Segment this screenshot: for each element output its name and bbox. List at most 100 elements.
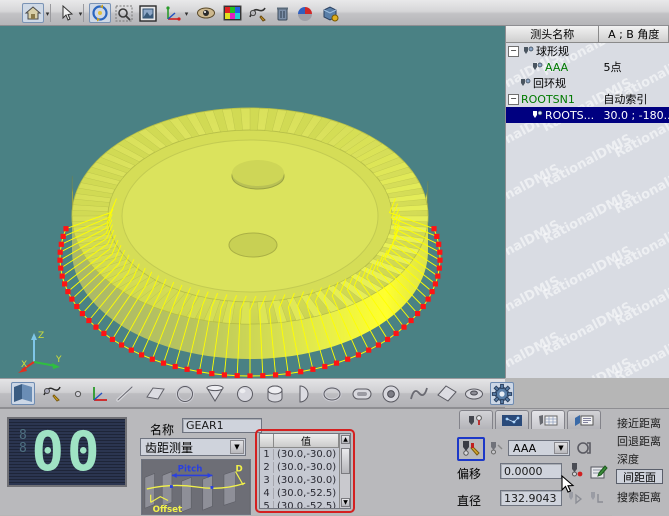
measurement-point[interactable] [433, 281, 438, 286]
point-feature-icon[interactable] [66, 382, 90, 405]
round-slot-feature-icon[interactable] [379, 382, 403, 405]
tree-row[interactable]: AAA5点 [506, 59, 669, 75]
cad-tool-icon[interactable] [246, 3, 268, 23]
measurement-point[interactable] [61, 234, 66, 239]
diameter-input[interactable]: 132.9043 [500, 490, 562, 506]
circle-feature-icon[interactable] [173, 382, 197, 405]
measurement-point[interactable] [345, 357, 350, 362]
diameter-measure-icon[interactable] [566, 489, 584, 507]
value-list-row[interactable]: 5(30.0,-52.5) [260, 500, 350, 509]
measurement-point[interactable] [69, 297, 74, 302]
coordinate-system-icon[interactable] [88, 382, 112, 405]
measurement-point[interactable] [80, 311, 85, 316]
value-list-row[interactable]: 1(30.0,-30.0) [260, 448, 350, 461]
pitch-diagram-thumbnail[interactable]: Pitch D Offset [141, 459, 251, 515]
measurement-point[interactable] [310, 367, 315, 372]
measurement-point[interactable] [298, 369, 303, 374]
measurement-point[interactable] [119, 342, 124, 347]
measurement-point[interactable] [409, 318, 414, 323]
measurement-point[interactable] [62, 281, 67, 286]
tab-table[interactable] [531, 410, 565, 429]
measurement-point[interactable] [436, 242, 441, 247]
probe-tree-panel[interactable]: RationalDMISRationalDMISRationalDMISRati… [505, 26, 669, 378]
value-list-row[interactable]: 3(30.0,-30.0) [260, 474, 350, 487]
axis-dropdown-arrow[interactable]: ▾ [182, 10, 191, 19]
tree-row[interactable]: −球形规 [506, 43, 669, 59]
rotate-view-icon[interactable] [89, 3, 111, 23]
value-list-row[interactable]: 4(30.0,-52.5) [260, 487, 350, 500]
measurement-point[interactable] [150, 357, 155, 362]
tree-expander-icon[interactable]: − [508, 94, 519, 105]
measurement-point[interactable] [430, 289, 435, 294]
measurement-point[interactable] [356, 352, 361, 357]
cad-model-icon[interactable] [11, 382, 35, 405]
measurement-point[interactable] [63, 226, 68, 231]
measurement-point[interactable] [273, 372, 278, 377]
value-list-row[interactable]: 2(30.0,-30.0) [260, 461, 350, 474]
delete-trash-icon[interactable] [271, 3, 293, 23]
chevron-down-icon[interactable]: ▼ [230, 440, 244, 454]
probe-chevron-down-icon[interactable]: ▼ [554, 442, 568, 454]
measurement-point[interactable] [173, 364, 178, 369]
measurement-point[interactable] [58, 266, 63, 271]
measurement-point[interactable] [209, 371, 214, 376]
scroll-up-icon[interactable]: ▲ [341, 435, 350, 444]
measurement-point[interactable] [110, 337, 115, 342]
line-feature-icon[interactable] [113, 382, 137, 405]
tree-row[interactable]: −ROOTSN1自动索引 [506, 91, 669, 107]
measurement-point[interactable] [74, 304, 79, 309]
zoom-window-icon[interactable] [113, 3, 135, 23]
auto-feature-icon[interactable] [40, 382, 64, 405]
measurement-point[interactable] [394, 331, 399, 336]
measurement-point[interactable] [129, 348, 134, 353]
measurement-point[interactable] [86, 318, 91, 323]
measurement-point[interactable] [65, 289, 70, 294]
probe-combo[interactable]: AAA ▼ [508, 440, 570, 456]
tab-path[interactable] [495, 410, 529, 429]
settings-cube-icon[interactable] [319, 3, 341, 23]
cone-feature-icon[interactable] [203, 382, 227, 405]
probe-alt-icon[interactable] [487, 439, 505, 459]
measurement-point[interactable] [385, 337, 390, 342]
pointer-select-icon[interactable] [56, 3, 78, 23]
measurement-point[interactable] [437, 258, 442, 263]
measure-mode-combo[interactable]: 齿距测量 ▼ [140, 438, 246, 456]
3d-viewport[interactable]: Z Y X [0, 26, 505, 378]
probe-select-button[interactable] [457, 437, 485, 461]
measurement-point[interactable] [334, 361, 339, 366]
measurement-point[interactable] [376, 342, 381, 347]
scroll-down-icon[interactable]: ▼ [341, 498, 350, 507]
measurement-point[interactable] [58, 250, 63, 255]
measure-probe-icon[interactable] [294, 3, 316, 23]
surface-feature-icon[interactable] [435, 382, 459, 405]
measurement-point[interactable] [401, 325, 406, 330]
measurement-point[interactable] [139, 352, 144, 357]
home-button[interactable] [22, 3, 44, 23]
offset-pick-icon[interactable] [566, 461, 586, 481]
measurement-point[interactable] [437, 250, 442, 255]
measurement-point[interactable] [435, 274, 440, 279]
tab-probe[interactable] [459, 410, 493, 429]
torus-feature-icon[interactable] [462, 382, 486, 405]
cylinder-feature-icon[interactable] [263, 382, 287, 405]
measurement-point[interactable] [222, 372, 227, 377]
ellipse-feature-icon[interactable] [320, 382, 344, 405]
measurement-point[interactable] [161, 361, 166, 366]
measurement-point[interactable] [426, 297, 431, 302]
measurement-point[interactable] [286, 371, 291, 376]
measurement-point[interactable] [93, 325, 98, 330]
diameter-alt-icon[interactable] [588, 489, 606, 507]
value-list-scrollbar[interactable]: ▲ ▼ [339, 434, 350, 508]
eye-visibility-icon[interactable] [195, 3, 217, 23]
measurement-point[interactable] [421, 304, 426, 309]
measurement-point[interactable] [415, 311, 420, 316]
gear-feature-icon[interactable] [490, 382, 514, 405]
measurement-point[interactable] [434, 234, 439, 239]
fit-view-icon[interactable] [137, 3, 159, 23]
measurement-point[interactable] [366, 348, 371, 353]
arc-feature-icon[interactable] [291, 382, 315, 405]
measurement-point[interactable] [437, 266, 442, 271]
measurement-point[interactable] [59, 242, 64, 247]
axis-triad-icon[interactable] [162, 3, 184, 23]
offset-input[interactable]: 0.0000 [500, 463, 562, 479]
